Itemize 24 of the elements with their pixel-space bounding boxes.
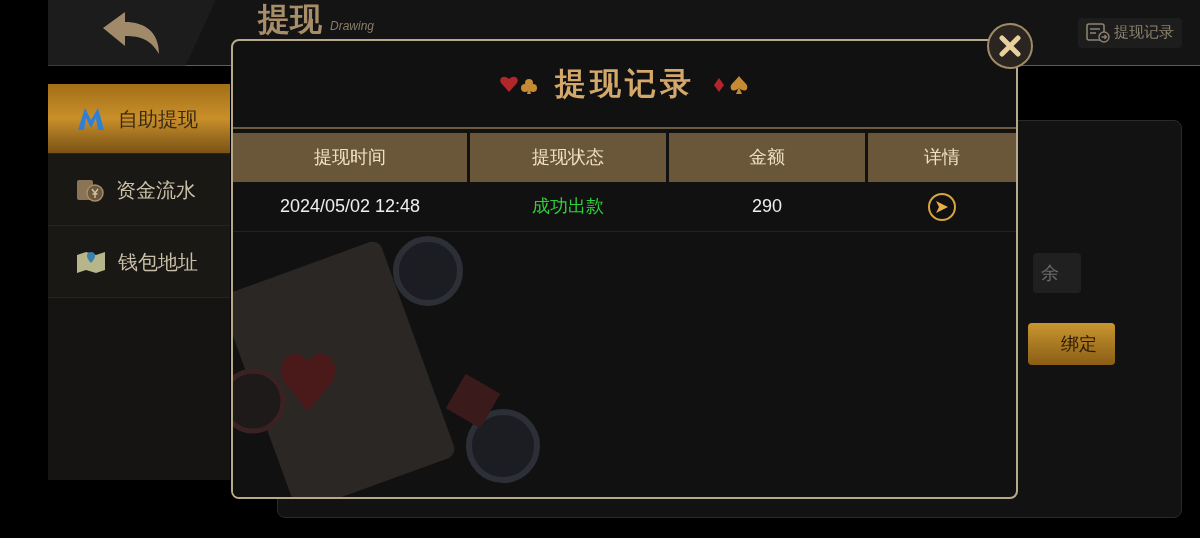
- column-header: 提现时间: [233, 133, 467, 182]
- column-header: 详情: [868, 133, 1016, 182]
- bind-button[interactable]: 绑定: [1028, 323, 1115, 365]
- close-icon: [999, 35, 1021, 57]
- page-title: 提现: [258, 3, 322, 35]
- sidebar-item[interactable]: 钱包地址: [48, 226, 230, 298]
- table-cell-text: 290: [751, 195, 782, 218]
- page-subtitle: Drawing: [330, 20, 374, 32]
- arrow-right-icon: [935, 199, 949, 214]
- document-arrow-icon: [1086, 22, 1110, 43]
- money-document-icon: [76, 177, 104, 202]
- detail-button[interactable]: [928, 192, 956, 221]
- dialog-title: 提现记录: [554, 64, 695, 103]
- records-button[interactable]: 提现记录: [1078, 17, 1182, 48]
- column-header: 提现状态: [470, 133, 666, 182]
- panel-button[interactable]: 余: [1033, 253, 1081, 293]
- status-cell-text: 成功出款: [532, 195, 604, 218]
- table-cell-text: 2024/05/02 12:48: [279, 195, 421, 218]
- map-pin-icon: [76, 249, 106, 274]
- sidebar-item[interactable]: 资金流水: [48, 154, 230, 226]
- heart-club-icon: [498, 74, 539, 94]
- back-button[interactable]: [48, 0, 216, 66]
- sidebar-item[interactable]: 自助提现: [48, 84, 230, 154]
- column-header: 金额: [669, 133, 865, 182]
